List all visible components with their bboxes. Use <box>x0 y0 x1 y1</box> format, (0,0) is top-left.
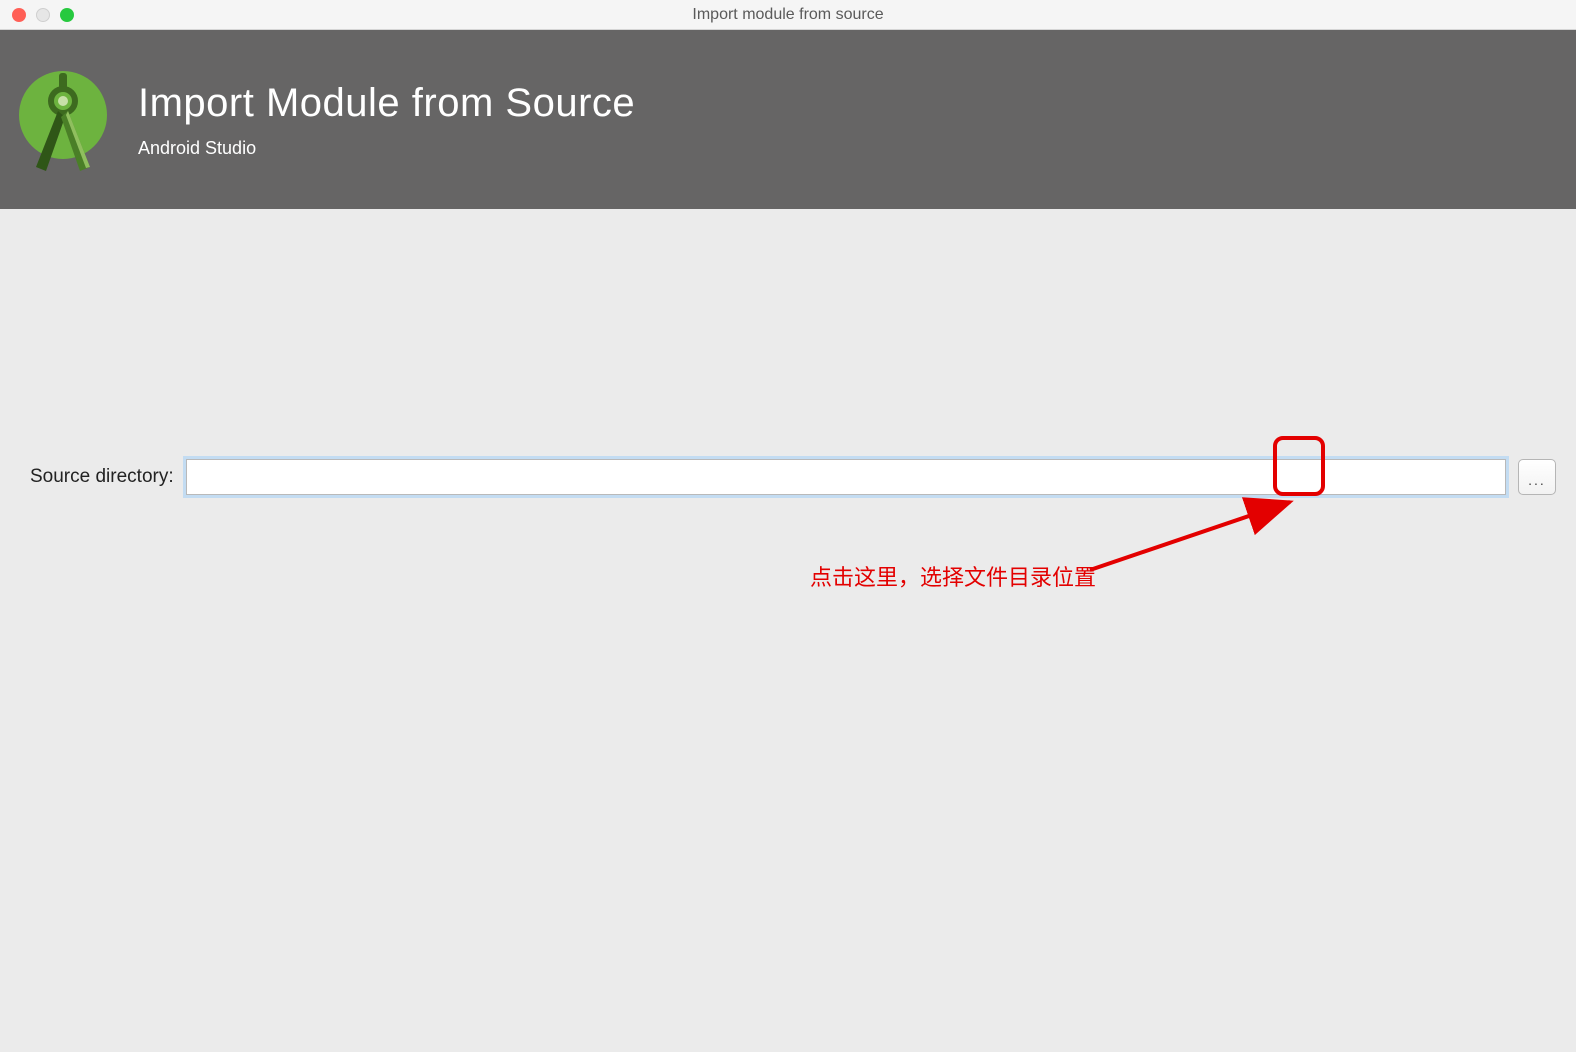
window-titlebar: Import module from source <box>0 0 1576 30</box>
ellipsis-icon: ... <box>1528 472 1546 488</box>
window-title: Import module from source <box>692 6 883 24</box>
window-controls <box>0 8 74 22</box>
dialog-subtitle: Android Studio <box>138 138 635 159</box>
android-studio-icon <box>18 65 108 175</box>
source-directory-label: Source directory: <box>30 466 174 488</box>
browse-button[interactable]: ... <box>1518 459 1556 495</box>
close-window-button[interactable] <box>12 8 26 22</box>
minimize-window-button[interactable] <box>36 8 50 22</box>
annotation-arrow <box>1080 490 1310 580</box>
annotation-text: 点击这里，选择文件目录位置 <box>810 560 1096 592</box>
source-directory-row: Source directory: ... <box>30 459 1556 495</box>
source-directory-input[interactable] <box>186 459 1506 495</box>
dialog-header: Import Module from Source Android Studio <box>0 30 1576 209</box>
dialog-content: Source directory: ... <box>0 209 1576 495</box>
dialog-title: Import Module from Source <box>138 81 635 126</box>
maximize-window-button[interactable] <box>60 8 74 22</box>
